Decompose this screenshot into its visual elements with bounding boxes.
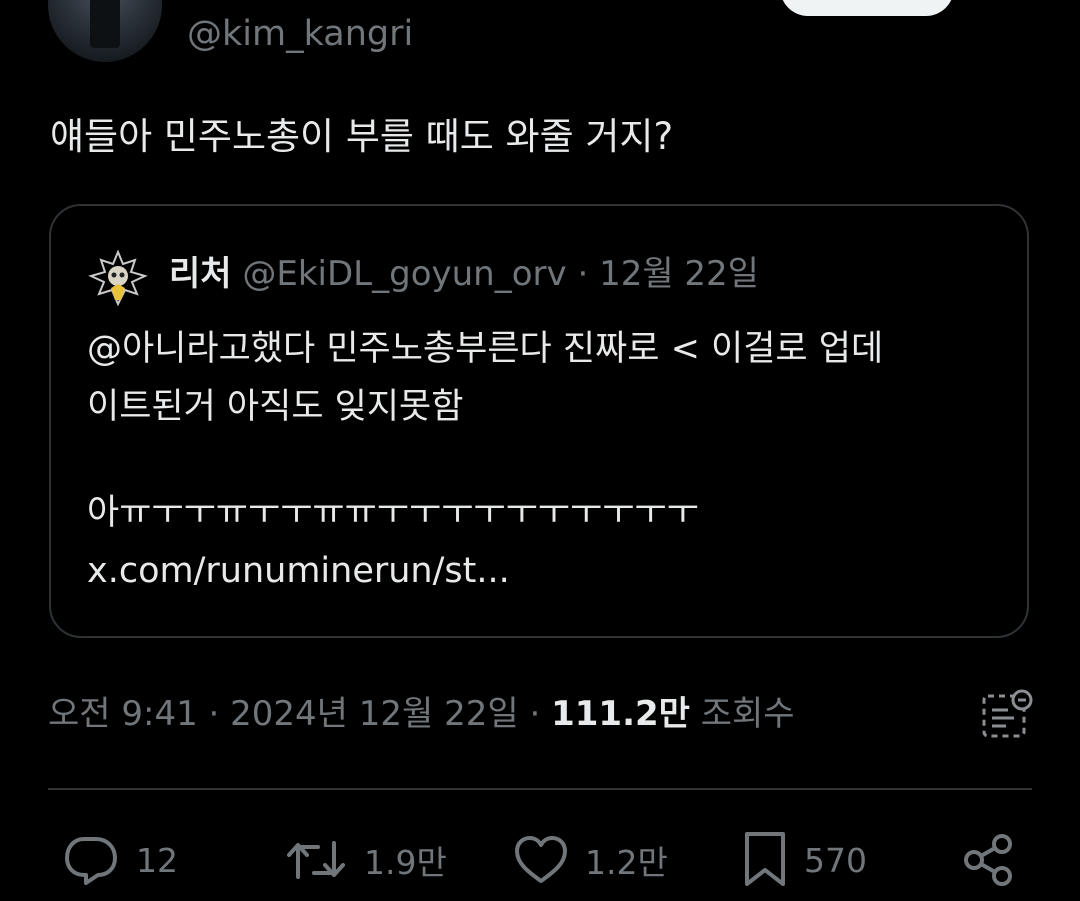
follow-button[interactable] xyxy=(780,0,954,16)
author-avatar[interactable] xyxy=(48,0,162,62)
quoted-text-line: @아니라고했다 민주노총부른다 진짜로 < 이걸로 업데 xyxy=(87,329,884,369)
quoted-author-avatar[interactable] xyxy=(85,246,151,312)
quoted-author-handle[interactable]: @EkiDL_goyun_orv xyxy=(242,254,566,294)
author-handle[interactable]: @kim_kangri xyxy=(187,12,413,56)
heart-icon xyxy=(515,836,567,883)
quoted-text: @아니라고했다 민주노총부른다 진짜로 < 이걸로 업데 이트된거 아직도 잊지… xyxy=(87,320,1007,600)
retweet-icon xyxy=(287,841,345,879)
bookmark-button[interactable]: 570 xyxy=(742,830,867,890)
reply-icon xyxy=(65,837,117,885)
reply-count: 12 xyxy=(136,840,178,880)
quoted-author-name[interactable]: 리처 xyxy=(169,254,232,294)
grok-analytics-icon[interactable] xyxy=(978,688,1034,740)
reply-button[interactable]: 12 xyxy=(62,830,178,890)
divider xyxy=(48,788,1032,790)
meta-separator: · xyxy=(208,694,220,734)
quoted-header: 리처 @EkiDL_goyun_orv · 12월 22일 xyxy=(169,250,759,298)
quoted-date[interactable]: 12월 22일 xyxy=(599,254,759,294)
tweet-date[interactable]: 2024년 12월 22일 xyxy=(230,694,519,734)
quoted-tweet-card[interactable]: 리처 @EkiDL_goyun_orv · 12월 22일 @아니라고했다 민주… xyxy=(49,204,1029,638)
retweet-count: 1.9만 xyxy=(364,843,447,882)
quoted-text-line: 아ㅠㅜㅜㅠㅜㅜㅠㅠㅜㅜㅜㅜㅜㅜㅜㅜㅜㅜ xyxy=(87,493,699,533)
share-icon xyxy=(964,834,1012,886)
like-count: 1.2만 xyxy=(585,843,668,882)
views-label: 조회수 xyxy=(700,694,795,734)
quoted-text-line: 이트된거 아직도 잊지못함 xyxy=(87,387,464,427)
meta-separator: · xyxy=(529,694,541,734)
tweet-meta: 오전 9:41 · 2024년 12월 22일 · 111.2만 조회수 xyxy=(48,690,795,738)
bookmark-count: 570 xyxy=(804,840,867,880)
avatar-figure xyxy=(90,0,120,48)
quoted-link[interactable]: x.com/runuminerun/st... xyxy=(87,542,1007,600)
like-button[interactable]: 1.2만 xyxy=(513,830,668,890)
share-button[interactable] xyxy=(960,830,1016,890)
tweet-text: 얘들아 민주노총이 부를 때도 와줄 거지? xyxy=(50,115,674,158)
tweet-time[interactable]: 오전 9:41 xyxy=(48,694,198,734)
quoted-separator: · xyxy=(577,254,589,294)
retweet-button[interactable]: 1.9만 xyxy=(284,830,447,890)
views-count: 111.2만 xyxy=(551,694,690,734)
bookmark-icon xyxy=(745,832,785,886)
